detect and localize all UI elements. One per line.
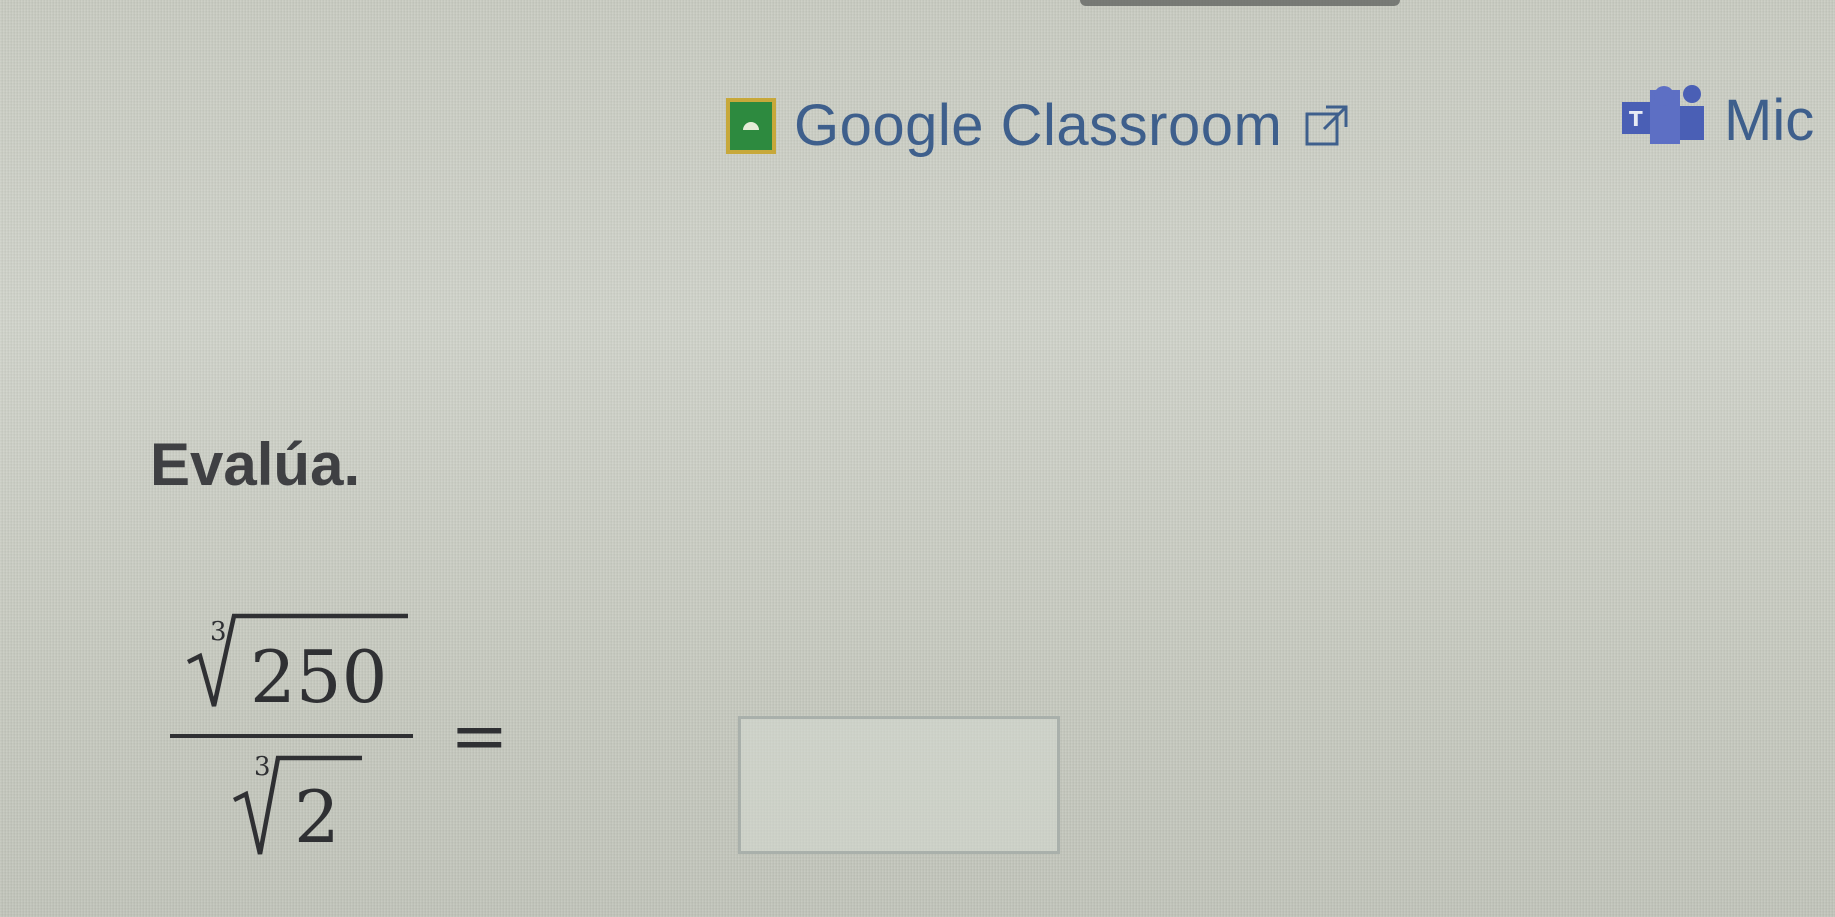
google-classroom-icon [726, 97, 776, 154]
denominator-root-index: 3 [254, 752, 271, 782]
microsoft-teams-share-link[interactable]: T Mic [1622, 84, 1814, 156]
microsoft-label: Mic [1724, 87, 1815, 153]
google-classroom-share-link[interactable]: Google Classroom [726, 92, 1350, 159]
denominator-radicand: 2 [294, 775, 340, 859]
google-classroom-label: Google Classroom [794, 93, 1283, 158]
equals-sign: = [450, 695, 509, 777]
microsoft-teams-icon: T [1622, 85, 1704, 144]
numerator-radicand: 250 [250, 635, 387, 719]
denominator: 3 2 [232, 752, 362, 859]
external-link-icon [1305, 105, 1348, 145]
svg-text:T: T [1629, 107, 1643, 131]
numerator: 3 250 [186, 613, 408, 719]
top-edge-shadow [1080, 0, 1400, 6]
numerator-root-index: 3 [210, 617, 227, 647]
math-expression: 3 250 3 2 = [160, 610, 1060, 880]
problem-prompt: Evalúa. [150, 431, 361, 498]
fraction-expression: 3 250 3 2 = [170, 613, 509, 859]
answer-input-box[interactable] [738, 716, 1060, 854]
